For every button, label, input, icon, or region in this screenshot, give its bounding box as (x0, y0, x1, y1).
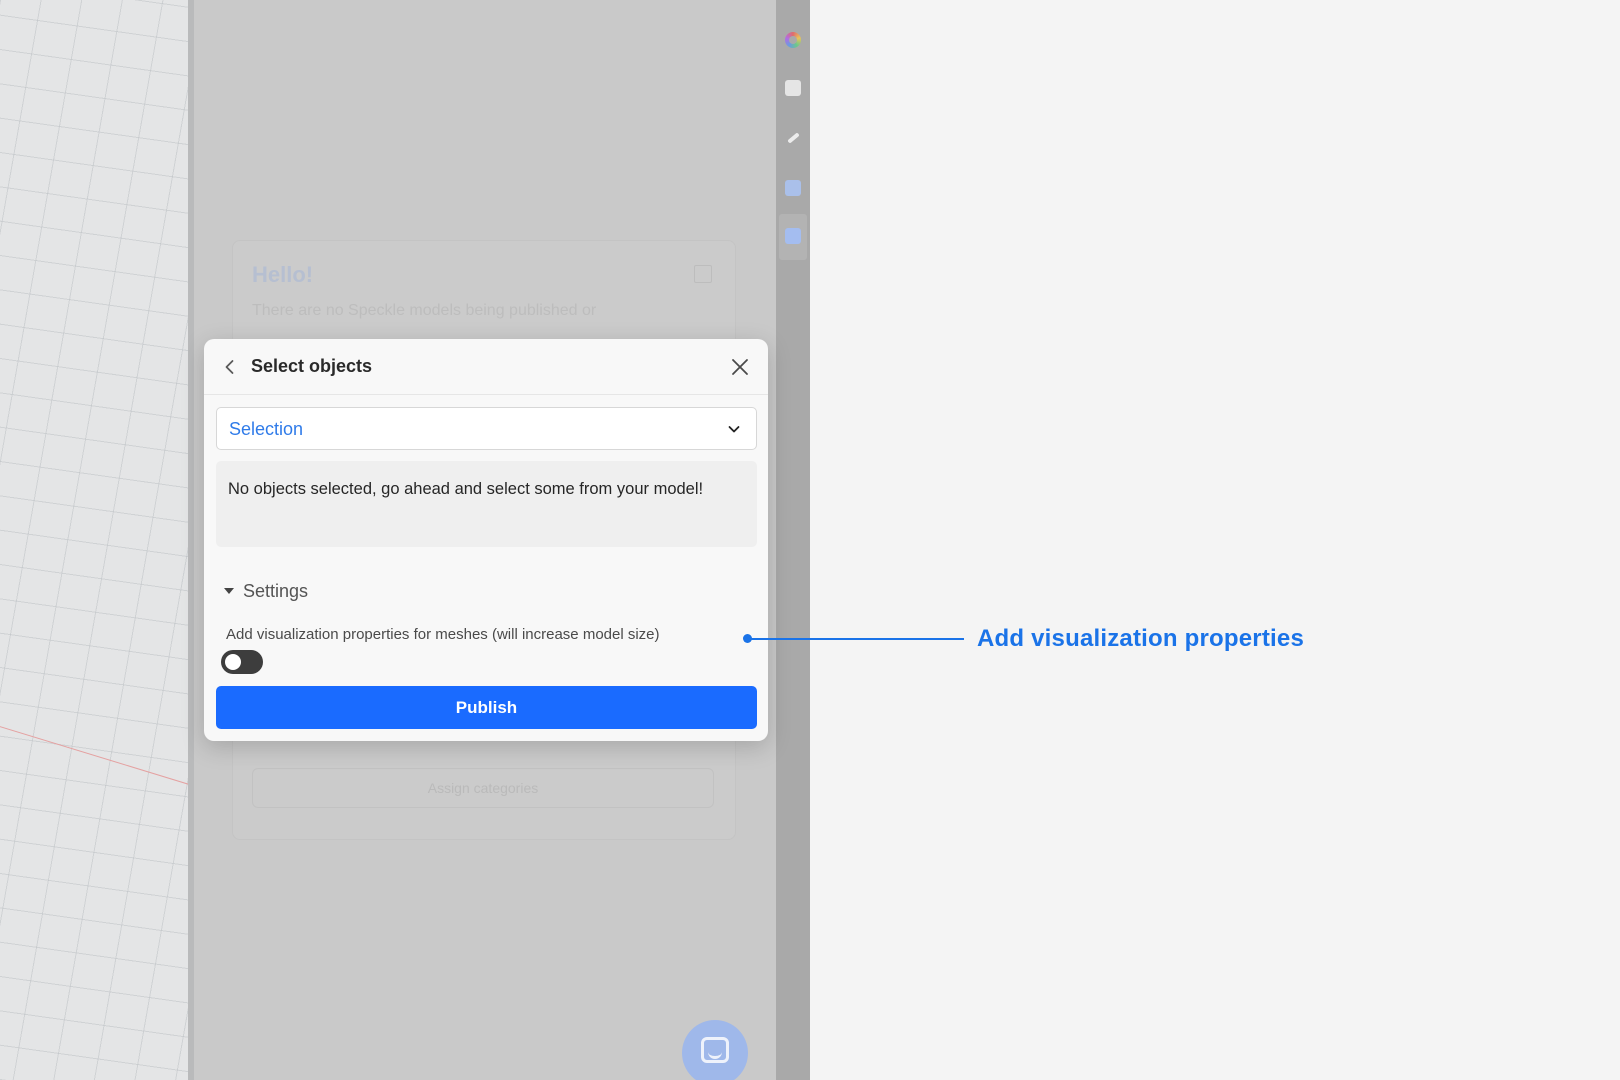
file-icon[interactable] (785, 180, 801, 196)
chevron-left-icon[interactable] (218, 355, 242, 379)
no-selection-notice: No objects selected, go ahead and select… (216, 461, 757, 547)
chat-button[interactable] (682, 1020, 748, 1080)
color-wheel-icon[interactable] (785, 32, 801, 48)
selection-mode-select[interactable]: Selection (216, 407, 757, 450)
callout-label: Add visualization properties (977, 625, 1304, 652)
background-info-text: There are no Speckle models being publis… (252, 302, 597, 319)
selection-mode-value: Selection (229, 419, 304, 439)
settings-label: Settings (243, 580, 309, 601)
visualization-properties-label: Add visualization properties for meshes … (226, 626, 660, 643)
dialog-header: Select objects (204, 339, 768, 395)
assign-categories-button: Assign categories (252, 768, 714, 808)
x-axis-line (0, 720, 194, 789)
speckle-plugin-icon[interactable] (785, 228, 801, 244)
visualization-properties-toggle[interactable] (221, 650, 263, 674)
edit-icon (694, 265, 712, 283)
window-icon[interactable] (785, 80, 801, 96)
3d-viewport[interactable] (0, 0, 194, 1080)
side-toolbar (776, 0, 810, 1080)
dialog-title: Select objects (251, 356, 373, 376)
publish-button[interactable]: Publish (216, 686, 757, 729)
callout-line (748, 638, 964, 640)
caret-down-icon (224, 588, 234, 594)
chevron-down-icon (728, 426, 740, 433)
pencil-icon[interactable] (785, 130, 801, 146)
close-icon[interactable] (728, 355, 752, 379)
select-objects-dialog: Select objects Selection No objects sele… (204, 339, 768, 741)
chat-icon (701, 1037, 729, 1063)
background-hello-text: Hello! (252, 262, 314, 287)
toggle-knob (225, 654, 241, 670)
settings-disclosure[interactable]: Settings (224, 579, 308, 603)
